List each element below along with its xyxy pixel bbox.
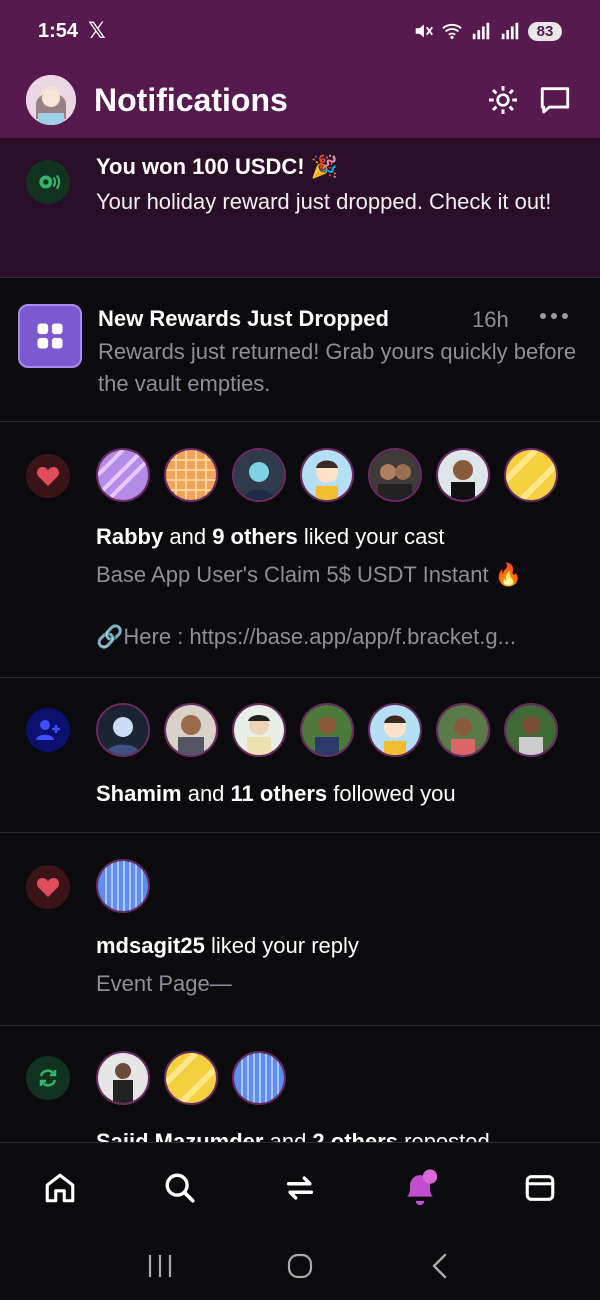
nav-wallet[interactable] [510,1158,570,1218]
back-icon [432,1253,447,1279]
repost-text: Sajid Mazumder and 2 others reposted [96,1129,490,1142]
recent-apps-button[interactable] [130,1241,190,1291]
avatar[interactable] [504,703,558,757]
reply-preview: Event Page— [96,971,232,996]
rewards-title: New Rewards Just Dropped [98,306,389,331]
follow-text: Shamim and 11 others followed you [96,781,456,806]
banner-body: Your holiday reward just dropped. Check … [96,189,552,214]
avatar[interactable] [164,448,218,502]
settings-icon [489,86,517,114]
avatar[interactable] [96,703,150,757]
actor-name[interactable]: Rabby [96,524,163,549]
avatar[interactable] [232,448,286,502]
heart-icon [26,454,70,498]
wifi-icon [442,23,462,39]
rewards-notification[interactable]: New Rewards Just Dropped 16h Rewards jus… [0,278,600,422]
banner-title: You won 100 USDC! 🎉 [96,154,339,179]
settings-button[interactable] [484,81,522,119]
others-count[interactable]: 11 others [231,781,328,806]
avatar[interactable] [164,703,218,757]
avatar[interactable] [232,1051,286,1105]
reward-banner[interactable]: You won 100 USDC! 🎉 Your holiday reward … [0,138,600,278]
avatar[interactable] [26,75,76,125]
repost-circle-icon [26,1056,70,1100]
x-app-icon: 𝕏 [88,18,106,43]
more-horizontal-icon [540,313,568,319]
app-header: Notifications [0,62,600,138]
avatar[interactable] [368,703,422,757]
home-icon [45,1173,75,1202]
avatar[interactable] [300,448,354,502]
rewards-body: Rewards just returned! Grab yours quickl… [98,339,577,396]
person-add-icon [26,708,70,752]
repost-notification[interactable]: Sajid Mazumder and 2 others reposted [0,1026,600,1142]
repost-icon [286,1175,314,1200]
actor-name[interactable]: Sajid Mazumder [96,1129,263,1142]
actor-name[interactable]: Shamim [96,781,182,806]
system-navigation [0,1232,600,1300]
cast-preview-line1: Base App User's Claim 5$ USDT Instant 🔥 [96,562,523,587]
nav-search[interactable] [150,1158,210,1218]
messages-button[interactable] [536,81,574,119]
heart-icon [26,865,70,909]
bottom-navigation [0,1142,600,1232]
avatar[interactable] [300,703,354,757]
avatar[interactable] [96,1051,150,1105]
recent-apps-icon [148,1255,172,1277]
mute-icon [415,24,433,38]
avatar[interactable] [436,703,490,757]
notifications-bell-icon [407,1168,438,1205]
avatar[interactable] [368,448,422,502]
prize-icon [26,160,70,204]
rewards-time: 16h [472,307,509,332]
nav-notifications[interactable] [390,1158,450,1218]
chat-bubble-icon [540,87,570,114]
cast-preview-line2: 🔗Here : https://base.app/app/f.bracket.g… [96,624,516,649]
like-cast-text: Rabby and 9 others liked your cast [96,524,445,549]
avatar[interactable] [96,859,150,913]
nav-home[interactable] [30,1158,90,1218]
others-count[interactable]: 9 others [212,524,298,549]
signal-icon [501,22,519,40]
home-system-button[interactable] [270,1241,330,1291]
more-options-button[interactable] [534,298,574,334]
like-cast-notification[interactable]: Rabby and 9 others liked your cast Base … [0,422,600,678]
follow-notification[interactable]: Shamim and 11 others followed you [0,678,600,833]
like-reply-text: mdsagit25 liked your reply [96,933,359,958]
rewards-app-icon [18,304,82,368]
avatar[interactable] [232,703,286,757]
like-reply-notification[interactable]: mdsagit25 liked your reply Event Page— [0,833,600,1026]
wallet-icon [525,1174,555,1201]
status-time: 1:54 [38,19,79,42]
page-title: Notifications [94,81,288,118]
signal-icon [472,22,490,40]
others-count[interactable]: 2 others [312,1129,398,1142]
home-circle-icon [287,1253,313,1279]
status-bar: 1:54 𝕏 83 [0,0,600,62]
battery-indicator: 83 [528,21,562,41]
back-button[interactable] [410,1241,470,1291]
avatar[interactable] [436,448,490,502]
avatar[interactable] [96,448,150,502]
actor-name[interactable]: mdsagit25 [96,933,205,958]
avatar[interactable] [504,448,558,502]
avatar[interactable] [164,1051,218,1105]
search-icon [165,1173,195,1203]
notifications-feed[interactable]: You won 100 USDC! 🎉 Your holiday reward … [0,138,600,1142]
nav-repost[interactable] [270,1158,330,1218]
